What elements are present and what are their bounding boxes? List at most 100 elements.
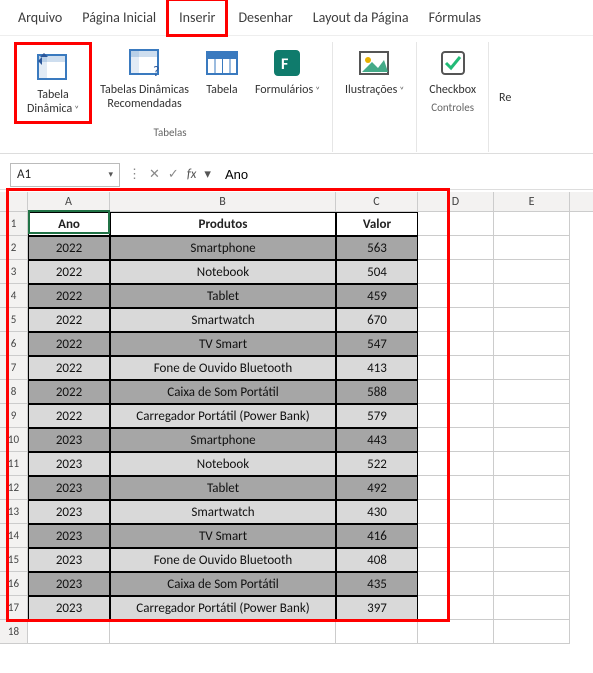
empty-cell[interactable] xyxy=(418,356,494,380)
table-cell[interactable]: 430 xyxy=(336,500,418,524)
empty-cell[interactable] xyxy=(418,260,494,284)
row-header[interactable]: 11 xyxy=(0,452,28,476)
forms-button[interactable]: FFormulários ˅ xyxy=(249,42,326,124)
table-cell[interactable]: 2022 xyxy=(28,284,110,308)
empty-cell[interactable] xyxy=(418,380,494,404)
row-header[interactable]: 7 xyxy=(0,356,28,380)
row-header[interactable]: 14 xyxy=(0,524,28,548)
table-cell[interactable]: Tablet xyxy=(110,476,336,500)
empty-cell[interactable] xyxy=(494,500,570,524)
empty-cell[interactable] xyxy=(494,284,570,308)
checkbox-button[interactable]: Checkbox xyxy=(423,42,482,99)
empty-cell[interactable] xyxy=(494,260,570,284)
table-cell[interactable]: 397 xyxy=(336,596,418,620)
table-cell[interactable]: Caixa de Som Portátil xyxy=(110,380,336,404)
table-header-cell[interactable]: Ano xyxy=(28,212,110,236)
table-cell[interactable]: 2022 xyxy=(28,356,110,380)
table-cell[interactable]: Tablet xyxy=(110,284,336,308)
col-header[interactable]: B xyxy=(110,192,336,211)
empty-cell[interactable] xyxy=(494,596,570,620)
empty-cell[interactable] xyxy=(418,500,494,524)
empty-cell[interactable] xyxy=(418,284,494,308)
select-all-corner[interactable] xyxy=(0,192,28,211)
row-header[interactable]: 17 xyxy=(0,596,28,620)
empty-cell[interactable] xyxy=(494,332,570,356)
row-header[interactable]: 12 xyxy=(0,476,28,500)
table-header-cell[interactable]: Valor xyxy=(336,212,418,236)
table-cell[interactable]: 459 xyxy=(336,284,418,308)
empty-cell[interactable] xyxy=(418,596,494,620)
empty-cell[interactable] xyxy=(418,548,494,572)
table-cell[interactable]: 579 xyxy=(336,404,418,428)
table-cell[interactable]: Smartwatch xyxy=(110,500,336,524)
row-header[interactable]: 15 xyxy=(0,548,28,572)
empty-cell[interactable] xyxy=(494,356,570,380)
table-cell[interactable]: 670 xyxy=(336,308,418,332)
empty-cell[interactable] xyxy=(494,524,570,548)
col-header[interactable]: C xyxy=(336,192,418,211)
empty-cell[interactable] xyxy=(494,620,570,644)
row-header[interactable]: 10 xyxy=(0,428,28,452)
table-cell[interactable]: 563 xyxy=(336,236,418,260)
table-cell[interactable]: Notebook xyxy=(110,452,336,476)
row-header[interactable]: 16 xyxy=(0,572,28,596)
empty-cell[interactable] xyxy=(336,620,418,644)
fx-icon[interactable]: fx xyxy=(187,167,197,182)
table-cell[interactable]: 492 xyxy=(336,476,418,500)
row-header[interactable]: 5 xyxy=(0,308,28,332)
empty-cell[interactable] xyxy=(494,236,570,260)
table-cell[interactable]: TV Smart xyxy=(110,332,336,356)
empty-cell[interactable] xyxy=(494,572,570,596)
table-cell[interactable]: Carregador Portátil (Power Bank) xyxy=(110,596,336,620)
table-cell[interactable]: 2023 xyxy=(28,428,110,452)
table-cell[interactable]: Fone de Ouvido Bluetooth xyxy=(110,356,336,380)
table-cell[interactable]: Smartphone xyxy=(110,236,336,260)
table-cell[interactable]: 2022 xyxy=(28,308,110,332)
table-cell[interactable]: 435 xyxy=(336,572,418,596)
table-cell[interactable]: 2023 xyxy=(28,500,110,524)
row-header[interactable]: 2 xyxy=(0,236,28,260)
empty-cell[interactable] xyxy=(418,428,494,452)
menu-item[interactable]: Desenhar xyxy=(228,1,302,34)
table-cell[interactable]: Smartphone xyxy=(110,428,336,452)
table-cell[interactable]: 2023 xyxy=(28,524,110,548)
table-header-cell[interactable]: Produtos xyxy=(110,212,336,236)
table-cell[interactable]: 2022 xyxy=(28,380,110,404)
empty-cell[interactable] xyxy=(494,548,570,572)
table-cell[interactable]: Fone de Ouvido Bluetooth xyxy=(110,548,336,572)
table-cell[interactable]: 2022 xyxy=(28,260,110,284)
table-cell[interactable]: 504 xyxy=(336,260,418,284)
confirm-icon[interactable]: ✓ xyxy=(168,167,179,182)
formula-input[interactable] xyxy=(219,163,593,187)
table-cell[interactable]: 2023 xyxy=(28,476,110,500)
empty-cell[interactable] xyxy=(494,380,570,404)
menu-item[interactable]: Fórmulas xyxy=(419,1,491,34)
row-header[interactable]: 1 xyxy=(0,212,28,236)
recommended-pivot-button[interactable]: ?Tabelas DinâmicasRecomendadas xyxy=(94,42,195,124)
table-cell[interactable]: 2022 xyxy=(28,404,110,428)
empty-cell[interactable] xyxy=(418,452,494,476)
name-box[interactable]: A1 ▾ xyxy=(10,163,120,187)
col-header[interactable]: D xyxy=(418,192,494,211)
table-cell[interactable]: TV Smart xyxy=(110,524,336,548)
table-cell[interactable]: Caixa de Som Portátil xyxy=(110,572,336,596)
menu-item[interactable]: Layout da Página xyxy=(303,1,419,34)
menu-item[interactable]: Página Inicial xyxy=(72,1,166,34)
table-cell[interactable]: 2023 xyxy=(28,452,110,476)
empty-cell[interactable] xyxy=(418,476,494,500)
illustrations-button[interactable]: Ilustrações ˅ xyxy=(339,42,410,99)
table-cell[interactable]: 413 xyxy=(336,356,418,380)
empty-cell[interactable] xyxy=(418,308,494,332)
pivot-table-button[interactable]: TabelaDinâmica ˅ xyxy=(14,42,92,124)
table-cell[interactable]: 408 xyxy=(336,548,418,572)
table-cell[interactable]: Smartwatch xyxy=(110,308,336,332)
empty-cell[interactable] xyxy=(418,236,494,260)
empty-cell[interactable] xyxy=(110,620,336,644)
table-cell[interactable]: Carregador Portátil (Power Bank) xyxy=(110,404,336,428)
table-cell[interactable]: 2022 xyxy=(28,236,110,260)
table-cell[interactable]: Notebook xyxy=(110,260,336,284)
col-header[interactable]: E xyxy=(494,192,570,211)
table-cell[interactable]: 2022 xyxy=(28,332,110,356)
row-header[interactable]: 4 xyxy=(0,284,28,308)
empty-cell[interactable] xyxy=(494,404,570,428)
